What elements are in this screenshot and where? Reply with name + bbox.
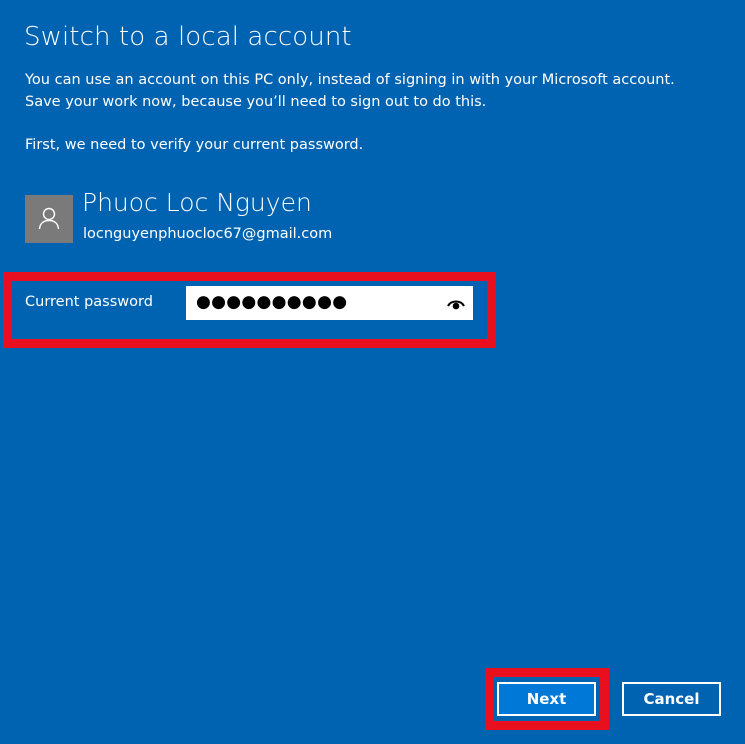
avatar (25, 195, 73, 243)
intro-line-1: You can use an account on this PC only, … (25, 72, 675, 88)
person-icon (38, 207, 60, 230)
verify-instruction: First, we need to verify your current pa… (25, 137, 364, 153)
intro-text: You can use an account on this PC only, … (25, 69, 675, 113)
password-masked-value: ●●●●●●●●●● (196, 292, 348, 312)
cancel-button[interactable]: Cancel (622, 682, 721, 716)
current-password-field[interactable]: ●●●●●●●●●● (186, 286, 473, 320)
account-email: locnguyenphuocloc67@gmail.com (83, 226, 333, 242)
page-title: Switch to a local account (24, 22, 352, 52)
account-name: Phuoc Loc Nguyen (82, 188, 312, 217)
current-password-label: Current password (25, 294, 153, 310)
eye-icon[interactable] (447, 296, 465, 310)
next-button[interactable]: Next (497, 682, 596, 716)
intro-line-2: Save your work now, because you’ll need … (25, 94, 487, 110)
